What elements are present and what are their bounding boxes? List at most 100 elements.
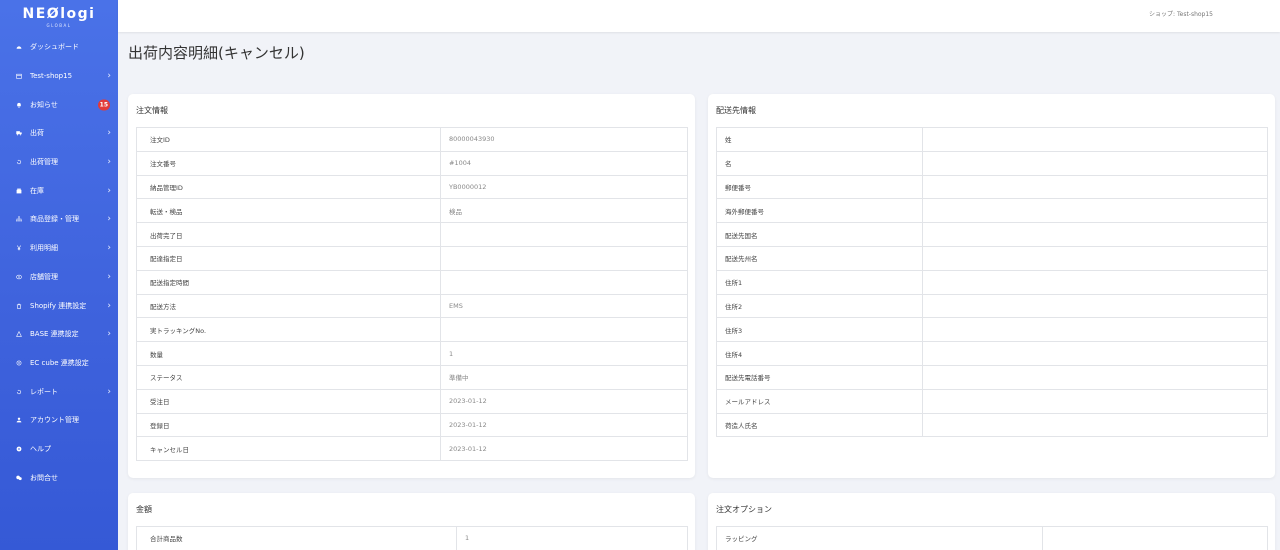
- row-label: 配送先電話番号: [716, 364, 923, 390]
- sidebar-item-5[interactable]: 在庫 ›: [0, 176, 118, 205]
- sidebar-item-label: EC cube 連携設定: [30, 358, 89, 367]
- sidebar-item-label: お問合せ: [30, 473, 58, 482]
- sidebar-item-14[interactable]: ヘルプ: [0, 435, 118, 464]
- sidebar-item-9[interactable]: Shopify 連携設定 ›: [0, 291, 118, 320]
- table-row: 配送先州名: [716, 245, 1268, 271]
- row-value: [922, 341, 1268, 366]
- shipping-info-table: 姓名郵便番号 海外郵便番号 配送先国名 配送先州名 住所1 住所2 住所3 住所4 配送先電話番…: [716, 127, 1268, 438]
- shop-label[interactable]: ショップ: Test-shop15: [1149, 9, 1213, 18]
- table-row: 注文ID 80000043930: [136, 127, 688, 152]
- row-value: [922, 245, 1268, 271]
- row-value: 2023-01-12: [440, 388, 688, 414]
- table-row: メールアドレス: [716, 388, 1268, 414]
- sidebar-item-1[interactable]: Test-shop15 ›: [0, 62, 118, 91]
- report-icon: [16, 387, 27, 397]
- row-value: 準備中: [440, 364, 688, 390]
- sidebar-item-label: 店舗管理: [30, 272, 58, 281]
- table-row: 出荷完了日: [136, 222, 688, 247]
- row-value: [922, 174, 1268, 200]
- logo[interactable]: NEØlogi GLOBAL: [0, 0, 118, 32]
- row-value: 検品: [440, 198, 688, 224]
- table-row: 住所3: [716, 317, 1268, 343]
- row-label: 住所2: [716, 293, 923, 319]
- sidebar-item-12[interactable]: レポート ›: [0, 377, 118, 406]
- row-label: 納品管理ID: [136, 174, 441, 200]
- topbar: ショップ: Test-shop15: [118, 0, 1280, 32]
- table-row: 配送先国名: [716, 222, 1268, 247]
- sidebar-item-label: Shopify 連携設定: [30, 301, 87, 310]
- order-info-title: 注文情報: [136, 106, 168, 115]
- sitemap-icon: [16, 214, 27, 224]
- row-label: 姓: [716, 127, 923, 152]
- table-row: 登録日 2023-01-12: [136, 412, 688, 438]
- table-row: 実トラッキングNo.: [136, 317, 688, 343]
- row-label: 海外郵便番号: [716, 198, 923, 224]
- sidebar-item-8[interactable]: 店舗管理 ›: [0, 263, 118, 292]
- chevron-right-icon: ›: [107, 214, 111, 225]
- row-label: 配送先州名: [716, 245, 923, 271]
- table-row: 納品管理ID YB0000012: [136, 174, 688, 200]
- sidebar-item-label: Test-shop15: [30, 72, 73, 81]
- chevron-right-icon: ›: [107, 128, 111, 139]
- bell-icon: [16, 100, 27, 110]
- logo-name: NEØlogi: [22, 5, 96, 22]
- order-info-card: 注文情報 注文ID 80000043930 注文番号 #1004 納品管理ID YB000…: [128, 94, 695, 478]
- row-value: EMS: [440, 293, 688, 319]
- table-row: 数量 1: [136, 341, 688, 366]
- sidebar-item-label: お知らせ: [30, 100, 58, 109]
- yen-icon: [16, 243, 27, 253]
- row-value: [922, 317, 1268, 343]
- sidebar-item-2[interactable]: お知らせ 15: [0, 90, 118, 119]
- row-value: YB0000012: [440, 174, 688, 200]
- row-value: [922, 412, 1268, 438]
- table-row: 注文番号 #1004: [136, 150, 688, 176]
- page-title: 出荷内容明細(キャンセル): [128, 44, 305, 62]
- table-row: 住所4: [716, 341, 1268, 366]
- row-label: 配送指定時間: [136, 269, 441, 295]
- row-value: [922, 388, 1268, 414]
- amount-table: 合計商品数 1: [136, 526, 688, 550]
- row-value: [922, 127, 1268, 152]
- row-value: [922, 364, 1268, 390]
- row-label: 郵便番号: [716, 174, 923, 200]
- sidebar-item-11[interactable]: EC cube 連携設定: [0, 349, 118, 378]
- sidebar-item-6[interactable]: 商品登録・管理 ›: [0, 205, 118, 234]
- sidebar-item-3[interactable]: 出荷 ›: [0, 119, 118, 148]
- sidebar-item-label: 商品登録・管理: [30, 215, 79, 224]
- sidebar-item-0[interactable]: ダッシュボード: [0, 33, 118, 62]
- sidebar: NEØlogi GLOBAL ダッシュボード Test-shop15 › お知らせ 15…: [0, 0, 118, 550]
- order-options-title: 注文オプション: [716, 505, 772, 514]
- table-row: キャンセル日 2023-01-12: [136, 436, 688, 462]
- sidebar-item-label: ヘルプ: [30, 444, 51, 453]
- shipping-info-title: 配送先情報: [716, 106, 756, 115]
- row-value: [922, 198, 1268, 224]
- row-label: 注文ID: [136, 127, 441, 152]
- row-label: キャンセル日: [136, 436, 441, 462]
- chevron-right-icon: ›: [107, 185, 111, 196]
- sidebar-item-15[interactable]: お問合せ: [0, 463, 118, 492]
- sidebar-item-10[interactable]: BASE 連携設定 ›: [0, 320, 118, 349]
- table-row: 配達指定日: [136, 245, 688, 271]
- base-icon: [16, 329, 27, 339]
- sidebar-item-13[interactable]: アカウント管理: [0, 406, 118, 435]
- row-label: 受注日: [136, 388, 441, 414]
- row-value: [440, 317, 688, 343]
- shipping-info-card: 配送先情報 姓名郵便番号 海外郵便番号 配送先国名 配送先州名 住所1 住所2 住所3 住所4…: [708, 94, 1275, 478]
- row-value: [922, 150, 1268, 176]
- row-value: [922, 222, 1268, 247]
- row-label: ラッピング: [716, 526, 1043, 550]
- store-icon: [16, 272, 27, 282]
- help-icon: [16, 444, 27, 454]
- table-row: 姓: [716, 127, 1268, 152]
- row-value: 2023-01-12: [440, 412, 688, 438]
- table-row: 配送指定時間: [136, 269, 688, 295]
- table-row: 合計商品数 1: [136, 526, 688, 550]
- sidebar-item-7[interactable]: 利用明細 ›: [0, 234, 118, 263]
- row-label: 数量: [136, 341, 441, 366]
- dashboard-icon: [16, 42, 27, 52]
- chevron-right-icon: ›: [107, 386, 111, 397]
- row-value: 1: [456, 526, 688, 550]
- row-value: [440, 222, 688, 247]
- sidebar-item-4[interactable]: 出荷管理 ›: [0, 148, 118, 177]
- sidebar-item-label: BASE 連携設定: [30, 330, 79, 339]
